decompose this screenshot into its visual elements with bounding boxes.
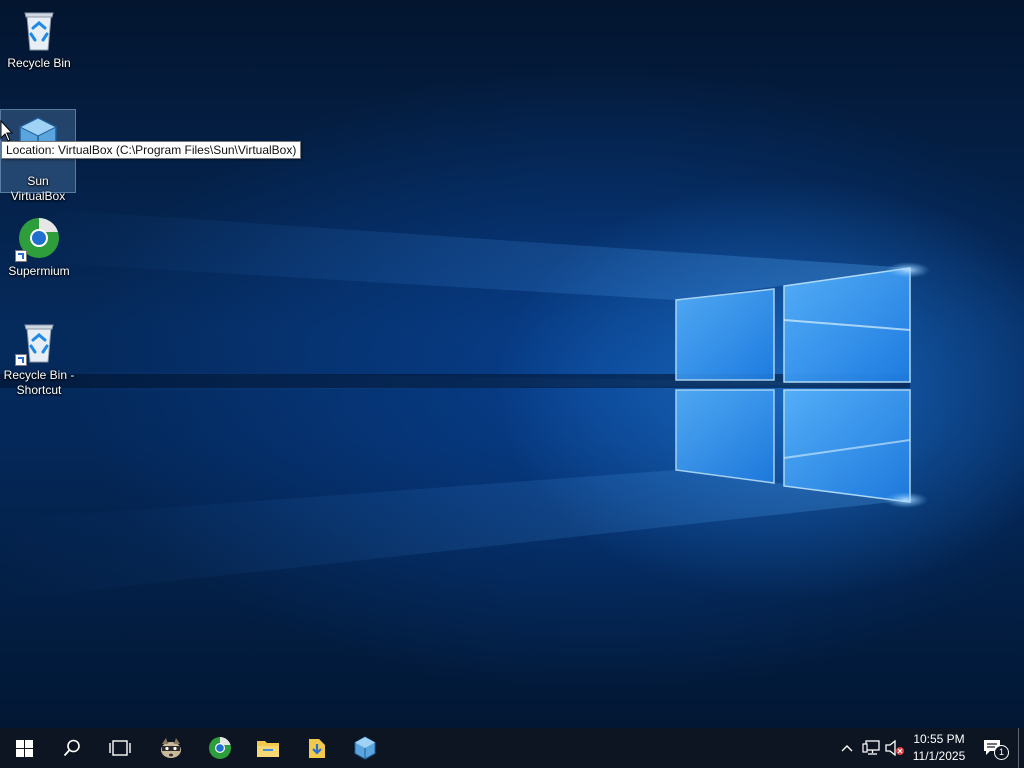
desktop-icon-label: Sun VirtualBox bbox=[10, 174, 66, 203]
shortcut-arrow-icon bbox=[15, 354, 27, 366]
task-view-icon bbox=[109, 740, 131, 756]
system-clock[interactable]: 10:55 PM 11/1/2025 bbox=[905, 731, 973, 765]
volume-tray-button[interactable] bbox=[884, 728, 906, 768]
desktop-icon-label: Recycle Bin - Shortcut bbox=[3, 368, 75, 397]
desktop-icon-label: Recycle Bin bbox=[7, 56, 71, 70]
taskbar-app-file-explorer[interactable] bbox=[244, 728, 292, 768]
taskbar-app-raccoon[interactable] bbox=[147, 728, 195, 768]
taskbar-app-downloads[interactable] bbox=[293, 728, 341, 768]
desktop-icon-supermium[interactable]: Supermium bbox=[2, 210, 76, 279]
raccoon-app-icon bbox=[161, 738, 181, 758]
task-view-button[interactable] bbox=[96, 728, 144, 768]
taskbar-app-supermium[interactable] bbox=[196, 728, 244, 768]
notification-count-badge: 1 bbox=[994, 745, 1009, 760]
taskbar-app-virtualbox[interactable] bbox=[341, 728, 389, 768]
search-icon bbox=[63, 739, 80, 757]
network-tray-button[interactable] bbox=[860, 728, 882, 768]
show-desktop-button[interactable] bbox=[1019, 728, 1024, 768]
network-icon bbox=[862, 740, 880, 755]
shortcut-arrow-icon bbox=[15, 250, 27, 262]
windows-start-icon bbox=[15, 739, 33, 757]
desktop-icon-recycle-bin-shortcut[interactable]: Recycle Bin - Shortcut bbox=[2, 314, 76, 398]
desktop-icon-label: Supermium bbox=[8, 264, 70, 278]
start-button[interactable] bbox=[0, 728, 48, 768]
search-button[interactable] bbox=[48, 728, 96, 768]
recycle-bin-icon bbox=[15, 318, 63, 366]
virtualbox-icon bbox=[354, 736, 376, 760]
action-center-button[interactable]: 1 bbox=[978, 728, 1009, 768]
supermium-icon bbox=[209, 737, 231, 759]
clock-date: 11/1/2025 bbox=[912, 749, 966, 763]
file-explorer-icon bbox=[257, 741, 279, 757]
mouse-cursor-icon bbox=[0, 120, 14, 142]
desktop-wallpaper bbox=[0, 0, 1024, 728]
volume-muted-icon bbox=[885, 740, 904, 756]
downloads-folder-icon bbox=[309, 739, 325, 758]
taskbar: 10:55 PM 11/1/2025 1 bbox=[0, 728, 1024, 768]
show-hidden-icons-button[interactable] bbox=[836, 728, 858, 768]
location-tooltip: Location: VirtualBox (C:\Program Files\S… bbox=[1, 141, 302, 159]
clock-time: 10:55 PM bbox=[913, 732, 965, 746]
recycle-bin-icon bbox=[15, 6, 63, 54]
supermium-icon bbox=[15, 214, 63, 262]
windows-logo-wallpaper bbox=[0, 210, 930, 600]
desktop-icon-recycle-bin[interactable]: Recycle Bin bbox=[2, 2, 76, 71]
chevron-up-icon bbox=[841, 745, 853, 752]
